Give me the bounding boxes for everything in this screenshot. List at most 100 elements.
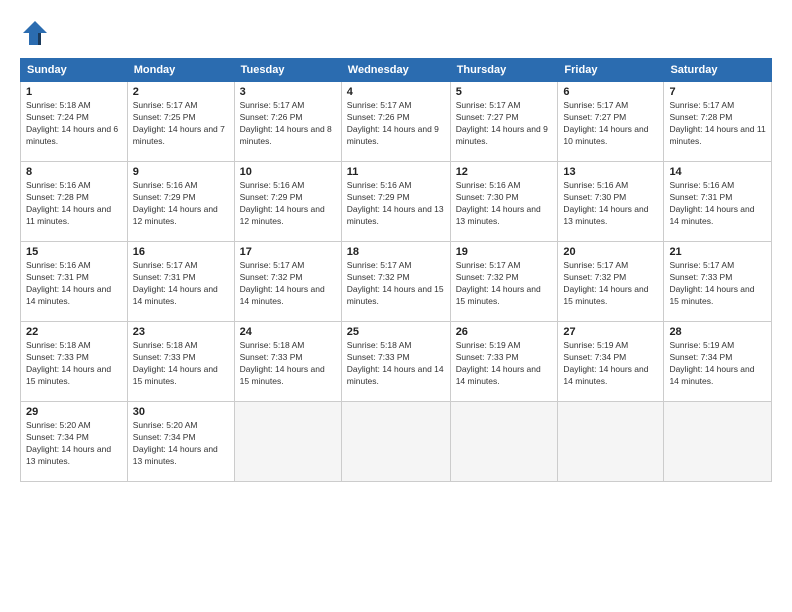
sunset-label: Sunset: 7:32 PM <box>563 272 626 282</box>
day-info: Sunrise: 5:19 AM Sunset: 7:34 PM Dayligh… <box>563 340 658 388</box>
day-info: Sunrise: 5:17 AM Sunset: 7:32 PM Dayligh… <box>456 260 553 308</box>
page-container: SundayMondayTuesdayWednesdayThursdayFrid… <box>0 0 792 612</box>
calendar-day-cell: 30 Sunrise: 5:20 AM Sunset: 7:34 PM Dayl… <box>127 402 234 482</box>
calendar-day-cell: 12 Sunrise: 5:16 AM Sunset: 7:30 PM Dayl… <box>450 162 558 242</box>
sunrise-label: Sunrise: 5:16 AM <box>563 180 628 190</box>
calendar-day-cell: 21 Sunrise: 5:17 AM Sunset: 7:33 PM Dayl… <box>664 242 772 322</box>
day-info: Sunrise: 5:16 AM Sunset: 7:28 PM Dayligh… <box>26 180 122 228</box>
daylight-label: Daylight: 14 hours and 11 minutes. <box>26 204 111 226</box>
day-number: 14 <box>669 166 766 178</box>
day-number: 13 <box>563 166 658 178</box>
day-number: 8 <box>26 166 122 178</box>
daylight-label: Daylight: 14 hours and 15 minutes. <box>133 364 218 386</box>
day-number: 5 <box>456 86 553 98</box>
daylight-label: Daylight: 14 hours and 14 minutes. <box>26 284 111 306</box>
calendar-day-cell: 19 Sunrise: 5:17 AM Sunset: 7:32 PM Dayl… <box>450 242 558 322</box>
logo-icon <box>20 18 50 48</box>
day-number: 22 <box>26 326 122 338</box>
day-info: Sunrise: 5:16 AM Sunset: 7:30 PM Dayligh… <box>456 180 553 228</box>
day-info: Sunrise: 5:17 AM Sunset: 7:25 PM Dayligh… <box>133 100 229 148</box>
calendar-header-row: SundayMondayTuesdayWednesdayThursdayFrid… <box>21 59 772 82</box>
header <box>20 18 772 48</box>
calendar-day-cell: 26 Sunrise: 5:19 AM Sunset: 7:33 PM Dayl… <box>450 322 558 402</box>
calendar-header-cell: Tuesday <box>234 59 341 82</box>
day-number: 20 <box>563 246 658 258</box>
day-number: 24 <box>240 326 336 338</box>
day-number: 18 <box>347 246 445 258</box>
day-info: Sunrise: 5:16 AM Sunset: 7:29 PM Dayligh… <box>240 180 336 228</box>
day-number: 23 <box>133 326 229 338</box>
calendar-day-cell: 23 Sunrise: 5:18 AM Sunset: 7:33 PM Dayl… <box>127 322 234 402</box>
day-info: Sunrise: 5:16 AM Sunset: 7:29 PM Dayligh… <box>347 180 445 228</box>
calendar-day-cell <box>664 402 772 482</box>
calendar-header-cell: Sunday <box>21 59 128 82</box>
daylight-label: Daylight: 14 hours and 15 minutes. <box>669 284 754 306</box>
sunset-label: Sunset: 7:31 PM <box>26 272 89 282</box>
calendar-day-cell: 25 Sunrise: 5:18 AM Sunset: 7:33 PM Dayl… <box>341 322 450 402</box>
calendar-day-cell: 10 Sunrise: 5:16 AM Sunset: 7:29 PM Dayl… <box>234 162 341 242</box>
day-info: Sunrise: 5:19 AM Sunset: 7:33 PM Dayligh… <box>456 340 553 388</box>
sunrise-label: Sunrise: 5:17 AM <box>456 260 521 270</box>
daylight-label: Daylight: 14 hours and 13 minutes. <box>133 444 218 466</box>
calendar-day-cell: 4 Sunrise: 5:17 AM Sunset: 7:26 PM Dayli… <box>341 82 450 162</box>
sunrise-label: Sunrise: 5:18 AM <box>26 340 91 350</box>
calendar-day-cell: 14 Sunrise: 5:16 AM Sunset: 7:31 PM Dayl… <box>664 162 772 242</box>
day-info: Sunrise: 5:17 AM Sunset: 7:27 PM Dayligh… <box>563 100 658 148</box>
sunset-label: Sunset: 7:34 PM <box>26 432 89 442</box>
sunset-label: Sunset: 7:31 PM <box>669 192 732 202</box>
sunset-label: Sunset: 7:25 PM <box>133 112 196 122</box>
calendar-day-cell: 3 Sunrise: 5:17 AM Sunset: 7:26 PM Dayli… <box>234 82 341 162</box>
calendar-day-cell: 28 Sunrise: 5:19 AM Sunset: 7:34 PM Dayl… <box>664 322 772 402</box>
sunrise-label: Sunrise: 5:19 AM <box>669 340 734 350</box>
day-number: 28 <box>669 326 766 338</box>
daylight-label: Daylight: 14 hours and 9 minutes. <box>347 124 439 146</box>
calendar-header-cell: Wednesday <box>341 59 450 82</box>
calendar-week-row: 29 Sunrise: 5:20 AM Sunset: 7:34 PM Dayl… <box>21 402 772 482</box>
day-info: Sunrise: 5:16 AM Sunset: 7:30 PM Dayligh… <box>563 180 658 228</box>
sunset-label: Sunset: 7:33 PM <box>133 352 196 362</box>
daylight-label: Daylight: 14 hours and 8 minutes. <box>240 124 332 146</box>
sunset-label: Sunset: 7:33 PM <box>240 352 303 362</box>
sunrise-label: Sunrise: 5:19 AM <box>456 340 521 350</box>
daylight-label: Daylight: 14 hours and 10 minutes. <box>563 124 648 146</box>
day-info: Sunrise: 5:17 AM Sunset: 7:28 PM Dayligh… <box>669 100 766 148</box>
daylight-label: Daylight: 14 hours and 15 minutes. <box>456 284 541 306</box>
sunrise-label: Sunrise: 5:17 AM <box>240 100 305 110</box>
sunset-label: Sunset: 7:34 PM <box>133 432 196 442</box>
sunrise-label: Sunrise: 5:17 AM <box>347 100 412 110</box>
day-info: Sunrise: 5:20 AM Sunset: 7:34 PM Dayligh… <box>26 420 122 468</box>
day-info: Sunrise: 5:20 AM Sunset: 7:34 PM Dayligh… <box>133 420 229 468</box>
day-number: 29 <box>26 406 122 418</box>
daylight-label: Daylight: 14 hours and 14 minutes. <box>240 284 325 306</box>
calendar-day-cell: 16 Sunrise: 5:17 AM Sunset: 7:31 PM Dayl… <box>127 242 234 322</box>
daylight-label: Daylight: 14 hours and 9 minutes. <box>456 124 548 146</box>
logo <box>20 18 54 48</box>
daylight-label: Daylight: 14 hours and 14 minutes. <box>563 364 648 386</box>
sunrise-label: Sunrise: 5:17 AM <box>563 260 628 270</box>
sunset-label: Sunset: 7:34 PM <box>563 352 626 362</box>
day-number: 19 <box>456 246 553 258</box>
sunrise-label: Sunrise: 5:18 AM <box>133 340 198 350</box>
sunset-label: Sunset: 7:30 PM <box>563 192 626 202</box>
daylight-label: Daylight: 14 hours and 7 minutes. <box>133 124 225 146</box>
sunrise-label: Sunrise: 5:16 AM <box>240 180 305 190</box>
sunrise-label: Sunrise: 5:17 AM <box>133 260 198 270</box>
day-info: Sunrise: 5:18 AM Sunset: 7:33 PM Dayligh… <box>26 340 122 388</box>
sunrise-label: Sunrise: 5:18 AM <box>240 340 305 350</box>
calendar-day-cell: 17 Sunrise: 5:17 AM Sunset: 7:32 PM Dayl… <box>234 242 341 322</box>
sunrise-label: Sunrise: 5:17 AM <box>563 100 628 110</box>
daylight-label: Daylight: 14 hours and 15 minutes. <box>26 364 111 386</box>
calendar-day-cell: 15 Sunrise: 5:16 AM Sunset: 7:31 PM Dayl… <box>21 242 128 322</box>
day-number: 21 <box>669 246 766 258</box>
sunrise-label: Sunrise: 5:18 AM <box>347 340 412 350</box>
calendar-week-row: 1 Sunrise: 5:18 AM Sunset: 7:24 PM Dayli… <box>21 82 772 162</box>
daylight-label: Daylight: 14 hours and 15 minutes. <box>347 284 444 306</box>
calendar-header-cell: Friday <box>558 59 664 82</box>
sunrise-label: Sunrise: 5:17 AM <box>347 260 412 270</box>
sunrise-label: Sunrise: 5:17 AM <box>456 100 521 110</box>
day-info: Sunrise: 5:17 AM Sunset: 7:32 PM Dayligh… <box>563 260 658 308</box>
calendar-day-cell <box>558 402 664 482</box>
calendar-day-cell: 6 Sunrise: 5:17 AM Sunset: 7:27 PM Dayli… <box>558 82 664 162</box>
calendar-week-row: 8 Sunrise: 5:16 AM Sunset: 7:28 PM Dayli… <box>21 162 772 242</box>
daylight-label: Daylight: 14 hours and 14 minutes. <box>347 364 444 386</box>
